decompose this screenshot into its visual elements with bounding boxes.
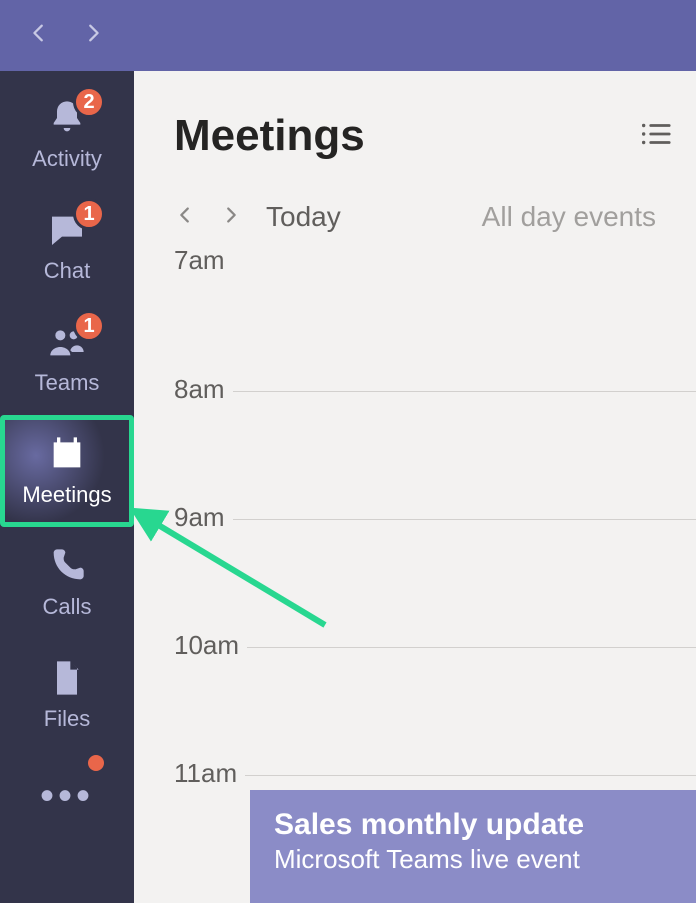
time-label: 9am bbox=[174, 502, 233, 533]
time-slot[interactable]: 10am bbox=[174, 647, 696, 775]
content-pane: Meetings Today All day events bbox=[134, 71, 696, 903]
title-bar bbox=[0, 0, 696, 71]
calendar-icon bbox=[47, 434, 87, 474]
event-title: Sales monthly update bbox=[274, 808, 672, 842]
time-label: 11am bbox=[174, 758, 245, 789]
badge-count: 2 bbox=[73, 86, 105, 118]
page-title: Meetings bbox=[174, 111, 618, 161]
time-label: 10am bbox=[174, 630, 247, 661]
chat-icon: 1 bbox=[47, 210, 87, 250]
rail-item-meetings[interactable]: Meetings bbox=[0, 415, 134, 527]
nav-forward-button[interactable] bbox=[82, 22, 104, 49]
bell-icon: 2 bbox=[47, 98, 87, 138]
file-icon bbox=[47, 658, 87, 698]
badge-count: 1 bbox=[73, 198, 105, 230]
notification-dot-icon bbox=[88, 755, 104, 771]
app-rail: 2 Activity 1 Chat 1 Teams Meetings bbox=[0, 71, 134, 903]
rail-item-calls[interactable]: Calls bbox=[0, 527, 134, 639]
rail-item-label: Calls bbox=[43, 594, 92, 620]
rail-item-more[interactable]: ••• bbox=[0, 751, 134, 841]
main-row: 2 Activity 1 Chat 1 Teams Meetings bbox=[0, 71, 696, 903]
badge-count: 1 bbox=[73, 310, 105, 342]
all-day-label: All day events bbox=[482, 201, 656, 233]
rail-item-activity[interactable]: 2 Activity bbox=[0, 79, 134, 191]
nav-back-button[interactable] bbox=[28, 22, 50, 49]
rail-item-label: Meetings bbox=[22, 482, 111, 508]
rail-item-label: Teams bbox=[35, 370, 100, 396]
time-slot[interactable]: 7am bbox=[174, 263, 696, 391]
prev-day-button[interactable] bbox=[174, 204, 196, 231]
time-label: 7am bbox=[174, 245, 233, 276]
calendar-event[interactable]: Sales monthly update Microsoft Teams liv… bbox=[250, 790, 696, 903]
rail-item-label: Files bbox=[44, 706, 90, 732]
content-header: Meetings bbox=[134, 71, 696, 191]
rail-item-teams[interactable]: 1 Teams bbox=[0, 303, 134, 415]
today-button[interactable]: Today bbox=[266, 201, 341, 233]
agenda-list-button[interactable] bbox=[638, 117, 672, 156]
next-day-button[interactable] bbox=[220, 204, 242, 231]
rail-item-label: Chat bbox=[44, 258, 90, 284]
time-label: 8am bbox=[174, 374, 233, 405]
rail-item-chat[interactable]: 1 Chat bbox=[0, 191, 134, 303]
event-subtitle: Microsoft Teams live event bbox=[274, 844, 672, 875]
time-slot[interactable]: 9am bbox=[174, 519, 696, 647]
teams-icon: 1 bbox=[47, 322, 87, 362]
time-slot[interactable]: 8am bbox=[174, 391, 696, 519]
rail-item-files[interactable]: Files bbox=[0, 639, 134, 751]
rail-item-label: Activity bbox=[32, 146, 102, 172]
phone-icon bbox=[47, 546, 87, 586]
